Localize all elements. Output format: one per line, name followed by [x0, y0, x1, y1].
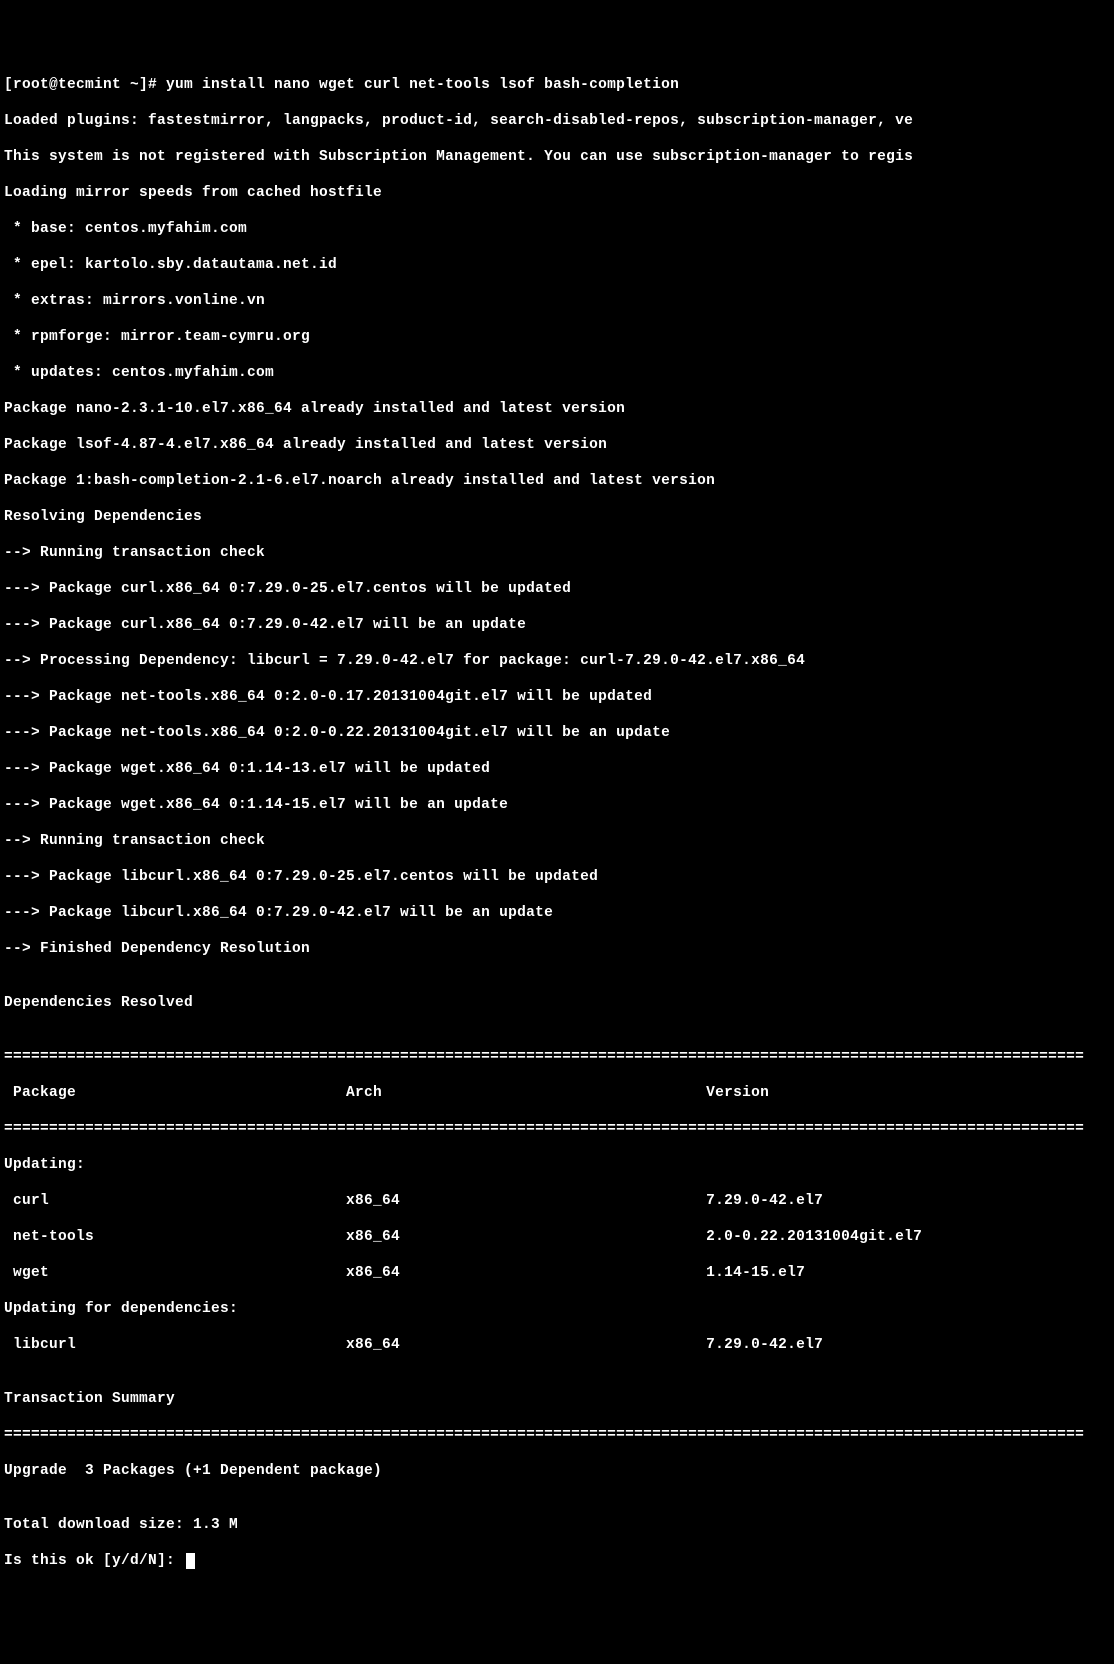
terminal-line: --> Finished Dependency Resolution	[4, 940, 1110, 958]
terminal-line: ---> Package net-tools.x86_64 0:2.0-0.17…	[4, 688, 1110, 706]
terminal-line: --> Processing Dependency: libcurl = 7.2…	[4, 652, 1110, 670]
terminal-line: [root@tecmint ~]# yum install nano wget …	[4, 76, 1110, 94]
terminal-line: Resolving Dependencies	[4, 508, 1110, 526]
terminal-line: Package lsof-4.87-4.el7.x86_64 already i…	[4, 436, 1110, 454]
terminal-line: Package nano-2.3.1-10.el7.x86_64 already…	[4, 400, 1110, 418]
terminal-line: --> Running transaction check	[4, 832, 1110, 850]
summary-label: Transaction Summary	[4, 1390, 1110, 1408]
terminal-line: --> Running transaction check	[4, 544, 1110, 562]
terminal-line: ---> Package libcurl.x86_64 0:7.29.0-42.…	[4, 904, 1110, 922]
table-divider: ========================================…	[4, 1426, 1110, 1444]
terminal-line: * extras: mirrors.vonline.vn	[4, 292, 1110, 310]
terminal-line: * updates: centos.myfahim.com	[4, 364, 1110, 382]
shell-prompt: [root@tecmint ~]#	[4, 77, 166, 93]
terminal-line: This system is not registered with Subsc…	[4, 148, 1110, 166]
shell-command: yum install nano wget curl net-tools lso…	[166, 77, 679, 93]
cursor-icon	[186, 1553, 195, 1569]
table-row: net-tools x86_64 2.0-0.22.20131004git.el…	[4, 1228, 1110, 1246]
section-label: Updating:	[4, 1156, 1110, 1174]
table-row: libcurl x86_64 7.29.0-42.el7	[4, 1336, 1110, 1354]
terminal-line: * base: centos.myfahim.com	[4, 220, 1110, 238]
terminal-line: * rpmforge: mirror.team-cymru.org	[4, 328, 1110, 346]
section-label: Updating for dependencies:	[4, 1300, 1110, 1318]
terminal-line: ---> Package wget.x86_64 0:1.14-15.el7 w…	[4, 796, 1110, 814]
confirm-prompt-line: Is this ok [y/d/N]:	[4, 1552, 1110, 1570]
table-header: Package Arch Version	[4, 1084, 1110, 1102]
terminal-line: ---> Package curl.x86_64 0:7.29.0-25.el7…	[4, 580, 1110, 598]
terminal-line: Loading mirror speeds from cached hostfi…	[4, 184, 1110, 202]
terminal-line: ---> Package wget.x86_64 0:1.14-13.el7 w…	[4, 760, 1110, 778]
terminal-line: ---> Package curl.x86_64 0:7.29.0-42.el7…	[4, 616, 1110, 634]
terminal-line: Loaded plugins: fastestmirror, langpacks…	[4, 112, 1110, 130]
terminal-line: Package 1:bash-completion-2.1-6.el7.noar…	[4, 472, 1110, 490]
table-row: curl x86_64 7.29.0-42.el7	[4, 1192, 1110, 1210]
table-row: wget x86_64 1.14-15.el7	[4, 1264, 1110, 1282]
table-divider: ========================================…	[4, 1120, 1110, 1138]
terminal-line: ---> Package net-tools.x86_64 0:2.0-0.22…	[4, 724, 1110, 742]
terminal-line: ---> Package libcurl.x86_64 0:7.29.0-25.…	[4, 868, 1110, 886]
download-size: Total download size: 1.3 M	[4, 1516, 1110, 1534]
upgrade-summary: Upgrade 3 Packages (+1 Dependent package…	[4, 1462, 1110, 1480]
table-divider: ========================================…	[4, 1048, 1110, 1066]
terminal-line: * epel: kartolo.sby.datautama.net.id	[4, 256, 1110, 274]
terminal-line: Dependencies Resolved	[4, 994, 1110, 1012]
confirm-prompt[interactable]: Is this ok [y/d/N]:	[4, 1553, 184, 1569]
